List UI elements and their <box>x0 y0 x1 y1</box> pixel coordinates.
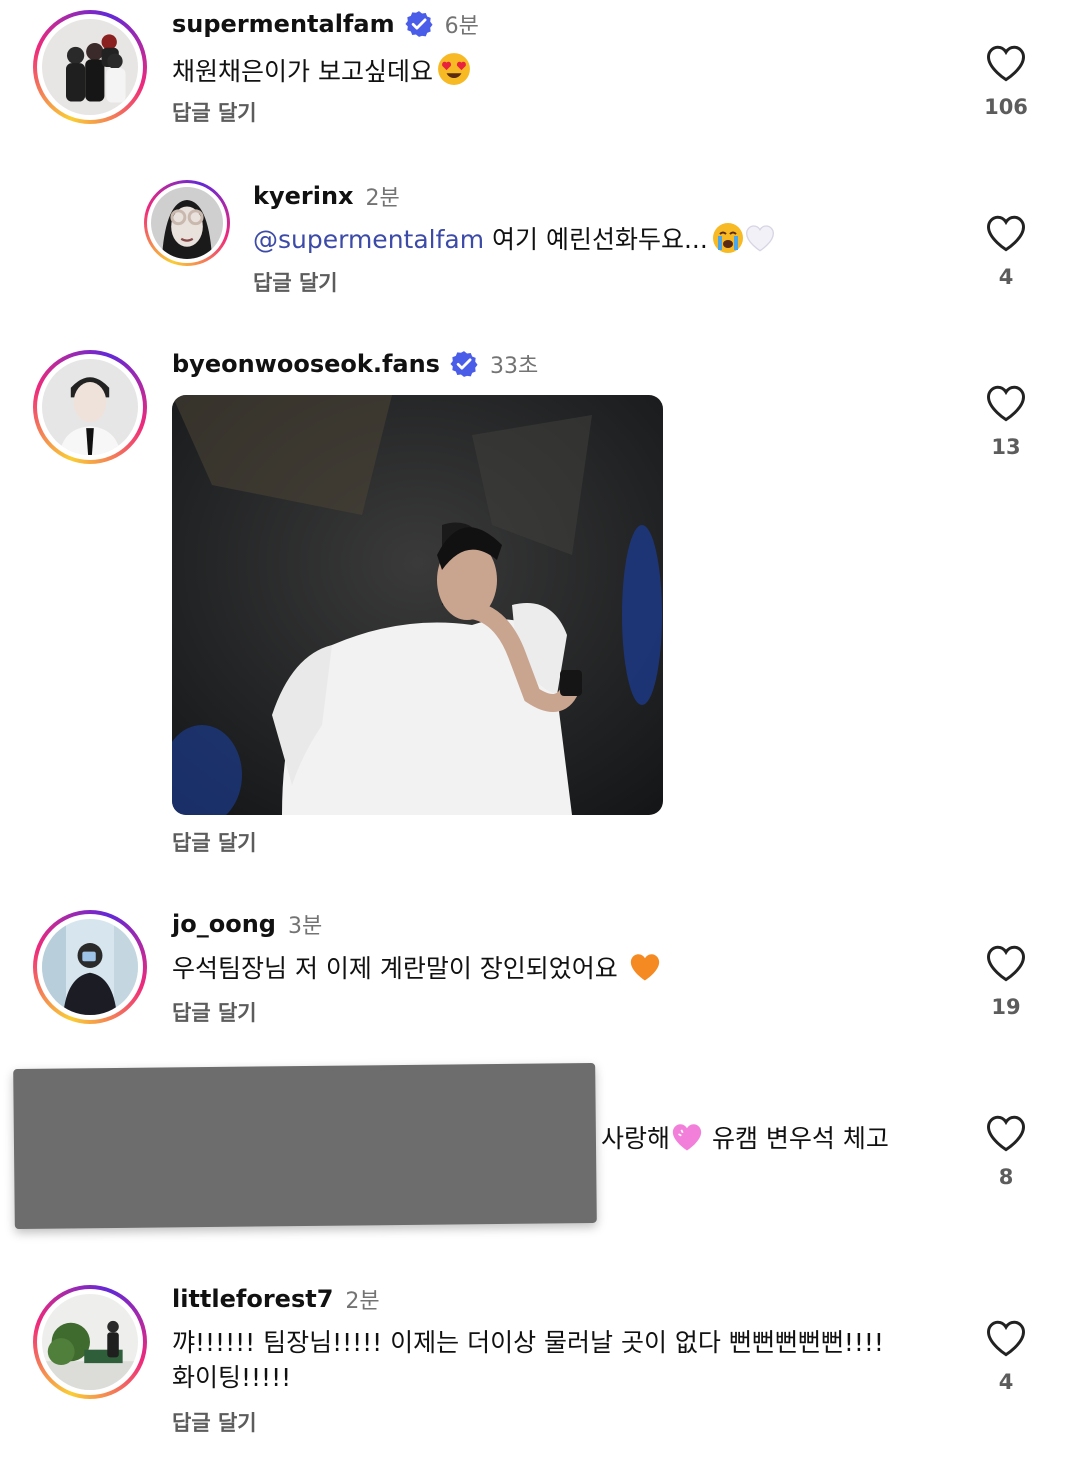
like-group: 4 <box>970 1318 1042 1394</box>
username[interactable]: littleforest7 <box>172 1285 333 1313</box>
comment-text: 우석팀장님 저 이제 계란말이 장인되었어요 <box>172 951 662 991</box>
white-heart-emoji-icon <box>744 222 776 262</box>
group-photo-avatar <box>42 19 138 115</box>
like-count: 8 <box>998 1165 1014 1189</box>
like-count: 4 <box>998 265 1014 289</box>
orange-heart-emoji-icon <box>628 951 662 991</box>
verified-badge-icon <box>405 10 433 38</box>
like-group: 106 <box>970 43 1042 119</box>
comment-meta: kyerinx 2분 <box>253 180 400 212</box>
comment-text-line-1: 꺄!!!!!! 팀장님!!!!! 이제는 더이상 물러날 곳이 없다 뻔뻔뻔뻔뻔… <box>172 1328 884 1357</box>
comment-meta: littleforest7 2분 <box>172 1283 380 1315</box>
office-photo-avatar <box>42 1294 138 1390</box>
like-count: 19 <box>991 995 1021 1019</box>
heart-icon[interactable] <box>985 1113 1027 1153</box>
avatar-jo-oong[interactable] <box>33 910 147 1024</box>
like-group: 13 <box>970 383 1042 459</box>
comment-time: 2분 <box>365 186 400 211</box>
portrait-avatar <box>151 187 223 259</box>
reply-button[interactable]: 답글 달기 <box>172 97 257 127</box>
avatar-byeonwooseok-fans[interactable] <box>33 350 147 464</box>
pink-heart-emoji-icon <box>670 1121 704 1161</box>
like-group: 8 <box>970 1113 1042 1189</box>
like-group: 19 <box>970 943 1042 1019</box>
verified-badge-icon <box>450 350 478 378</box>
heart-icon[interactable] <box>985 213 1027 253</box>
comment-time: 3분 <box>287 914 323 939</box>
comment-text: 채원채은이가 보고싶데요 <box>172 52 471 94</box>
like-count: 106 <box>984 95 1028 119</box>
comment-meta: jo_oong 3분 <box>172 908 322 940</box>
comment-time: 33초 <box>489 354 539 379</box>
heart-icon[interactable] <box>985 383 1027 423</box>
comment-text: 사랑해 유캠 변우석 체고 <box>585 1121 889 1161</box>
comment-text: @supermentalfam 여기 예린선화두요... <box>253 222 776 262</box>
username[interactable]: byeonwooseok.fans <box>172 350 440 378</box>
username[interactable]: jo_oong <box>172 910 276 938</box>
heart-icon[interactable] <box>985 943 1027 983</box>
like-count: 4 <box>998 1370 1014 1394</box>
reply-button[interactable]: 답글 달기 <box>253 267 338 297</box>
comment-text-line-2: 화이팅!!!!! <box>172 1363 292 1392</box>
avatar-kyerinx[interactable] <box>144 180 230 266</box>
heart-eyes-emoji-icon <box>437 52 471 94</box>
avatar-littleforest7[interactable] <box>33 1285 147 1399</box>
heart-icon[interactable] <box>985 1318 1027 1358</box>
heart-icon[interactable] <box>985 43 1027 83</box>
username[interactable]: kyerinx <box>253 182 354 210</box>
like-group: 4 <box>970 213 1042 289</box>
reply-button[interactable]: 답글 달기 <box>172 1407 257 1437</box>
comment-meta: supermentalfam 6분 <box>172 8 479 40</box>
portrait-avatar <box>42 359 138 455</box>
attached-gif-image[interactable] <box>172 395 663 815</box>
mention-link[interactable]: @supermentalfam <box>253 225 484 254</box>
avatar-supermentalfam[interactable] <box>33 10 147 124</box>
selfie-avatar <box>42 919 138 1015</box>
crying-face-emoji-icon <box>712 222 744 262</box>
comment-meta: byeonwooseok.fans 33초 <box>172 348 538 380</box>
comment-time: 6분 <box>444 14 479 39</box>
comment-time: 2분 <box>345 1289 380 1314</box>
username[interactable]: supermentalfam <box>172 10 395 38</box>
like-count: 13 <box>991 435 1021 459</box>
redaction-overlay <box>13 1062 597 1230</box>
reply-button[interactable]: 답글 달기 <box>172 997 257 1027</box>
reply-button[interactable]: 답글 달기 <box>172 827 257 857</box>
man-in-white-tshirt-image <box>172 395 663 815</box>
